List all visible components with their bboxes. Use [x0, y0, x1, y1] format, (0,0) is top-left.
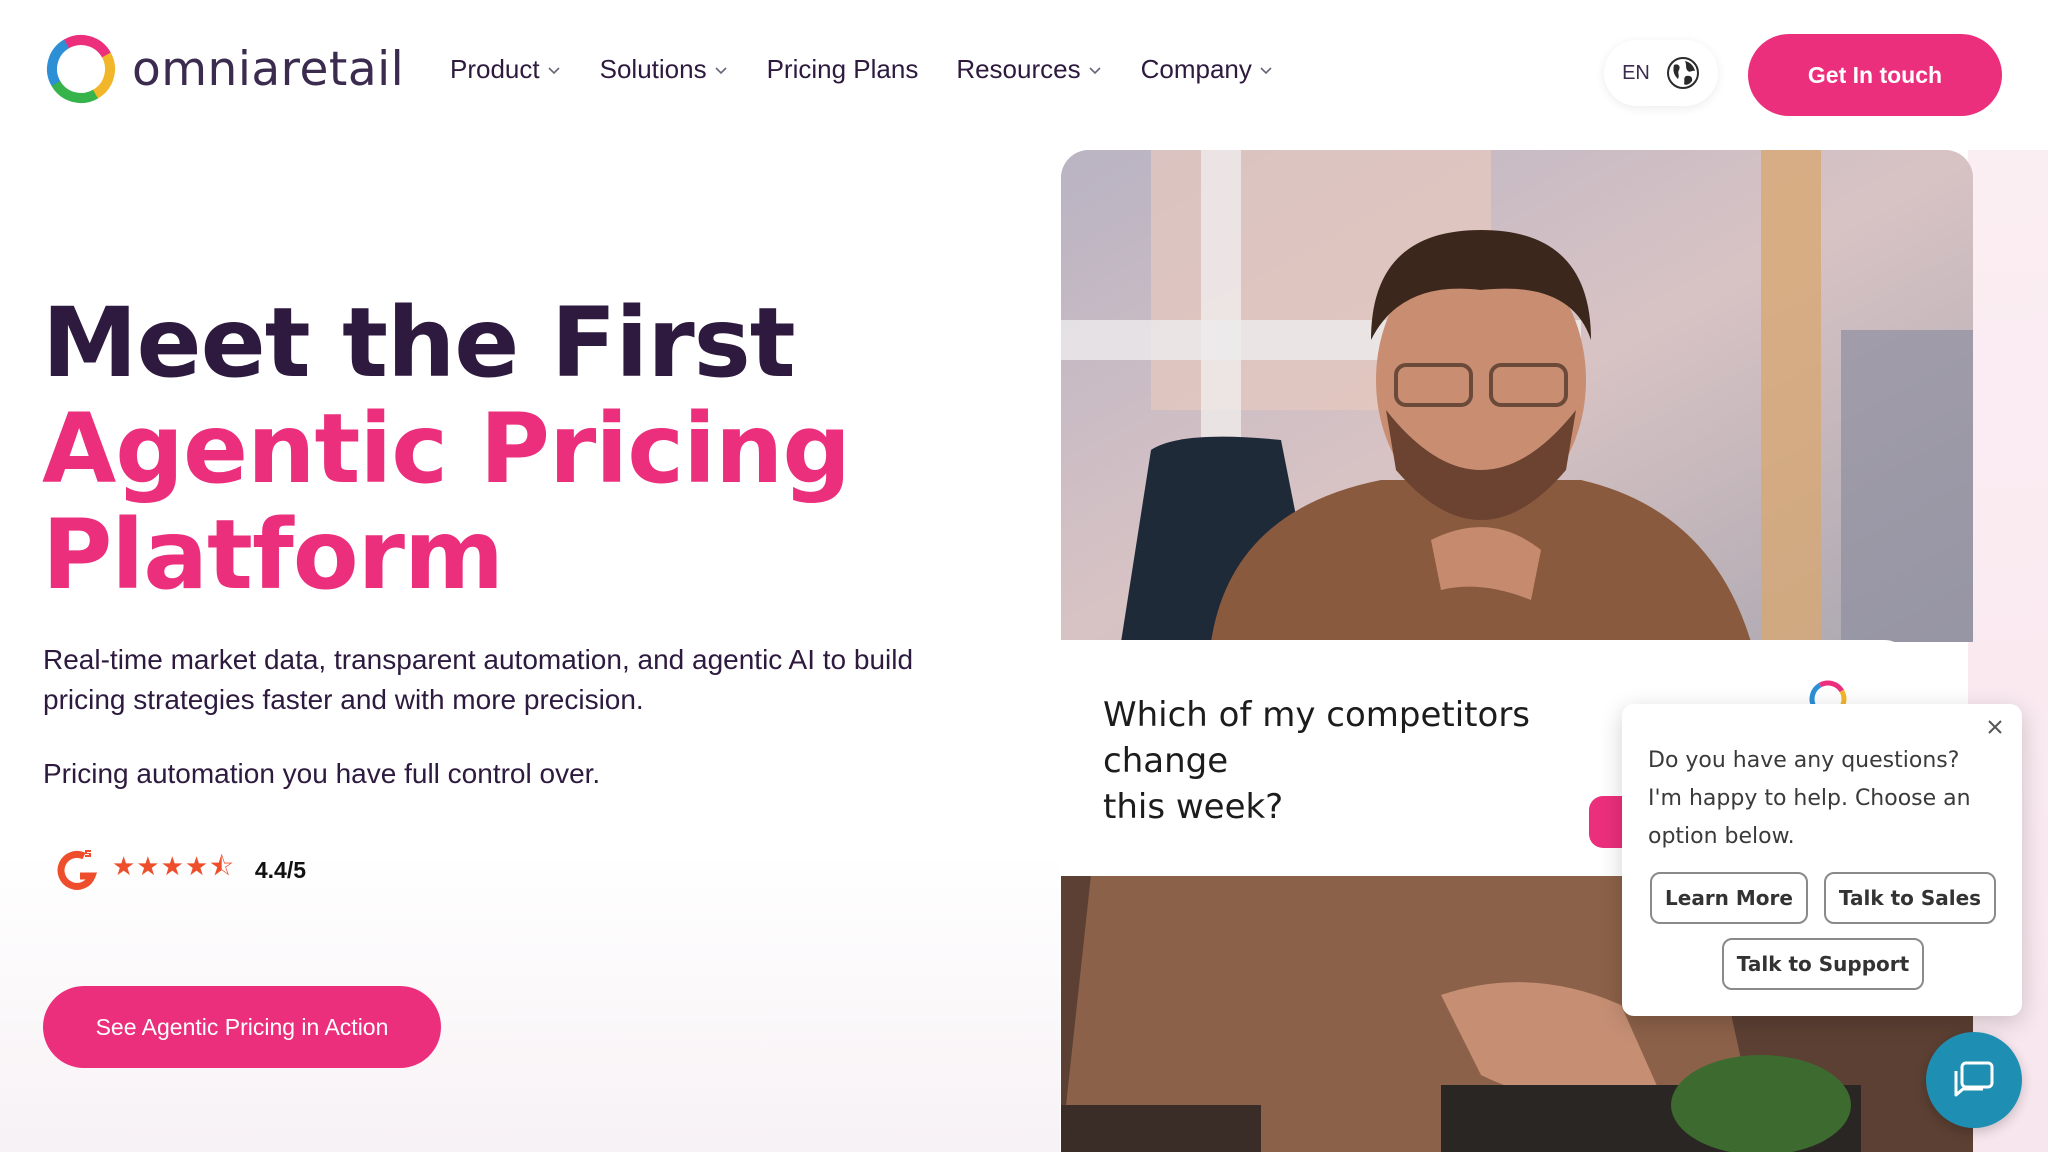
photo-illustration	[1061, 150, 1973, 642]
g2-rating[interactable]: ★★★★⯪ 4.4/5	[54, 846, 306, 894]
learn-more-button[interactable]: Learn More	[1650, 872, 1808, 924]
chevron-down-icon	[548, 66, 560, 74]
talk-to-support-button[interactable]: Talk to Support	[1722, 938, 1924, 990]
nav-item-solutions[interactable]: Solutions	[600, 54, 729, 85]
rating-score: 4.4/5	[254, 856, 307, 883]
chevron-down-icon	[1260, 66, 1272, 74]
logo-wordmark: omniaretail	[132, 41, 405, 97]
hero-photo-man-thinking	[1061, 150, 1973, 642]
nav-item-label: Solutions	[599, 54, 707, 84]
globe-icon	[1666, 57, 1699, 89]
hero-subtitle: Real-time market data, transparent autom…	[43, 644, 914, 715]
ai-query-text: Which of my competitors change this week…	[1103, 695, 1531, 827]
nav-item-company[interactable]: Company	[1141, 54, 1274, 85]
rating-stars: ★★★★⯪	[112, 851, 235, 881]
nav-item-label: Pricing Plans	[766, 54, 919, 84]
omnia-ring-icon	[46, 35, 115, 103]
nav-item-product[interactable]: Product	[450, 54, 562, 85]
chat-launcher-button[interactable]	[1926, 1032, 2022, 1128]
hero-title: Meet the First Agentic Pricing Platform	[42, 287, 851, 611]
language-code: EN	[1622, 61, 1650, 84]
logo[interactable]: omniaretail	[44, 32, 404, 106]
see-agentic-pricing-button[interactable]: See Agentic Pricing in Action	[43, 986, 441, 1068]
chevron-down-icon	[1089, 66, 1101, 74]
chat-widget-popup: Do you have any questions? I'm happy to …	[1622, 704, 2022, 1016]
hero-title-line-1: Meet the First	[42, 287, 796, 399]
nav-item-label: Company	[1140, 54, 1252, 84]
talk-to-sales-button[interactable]: Talk to Sales	[1824, 872, 1996, 924]
chat-widget-message: Do you have any questions? I'm happy to …	[1648, 748, 1971, 849]
get-in-touch-button[interactable]: Get In touch	[1748, 34, 2002, 116]
g2-logo-icon	[57, 850, 98, 890]
nav-item-label: Product	[450, 54, 540, 84]
site-header: omniaretail Product Solutions Pricing Pl…	[0, 0, 2048, 150]
chat-bubbles-icon	[1954, 1061, 1994, 1097]
nav-item-resources[interactable]: Resources	[956, 54, 1102, 85]
nav-item-label: Resources	[956, 54, 1081, 84]
chevron-down-icon	[715, 66, 727, 74]
hero-subtitle-2: Pricing automation you have full control…	[43, 758, 601, 789]
close-icon[interactable]	[1982, 714, 2008, 740]
hero-title-line-3: Platform	[42, 499, 504, 611]
language-selector[interactable]: EN	[1604, 40, 1718, 106]
hero-title-line-2: Agentic Pricing	[42, 393, 851, 505]
nav-item-pricing-plans[interactable]: Pricing Plans	[767, 54, 919, 85]
main-nav: Product Solutions Pricing Plans Resource…	[450, 54, 1274, 85]
